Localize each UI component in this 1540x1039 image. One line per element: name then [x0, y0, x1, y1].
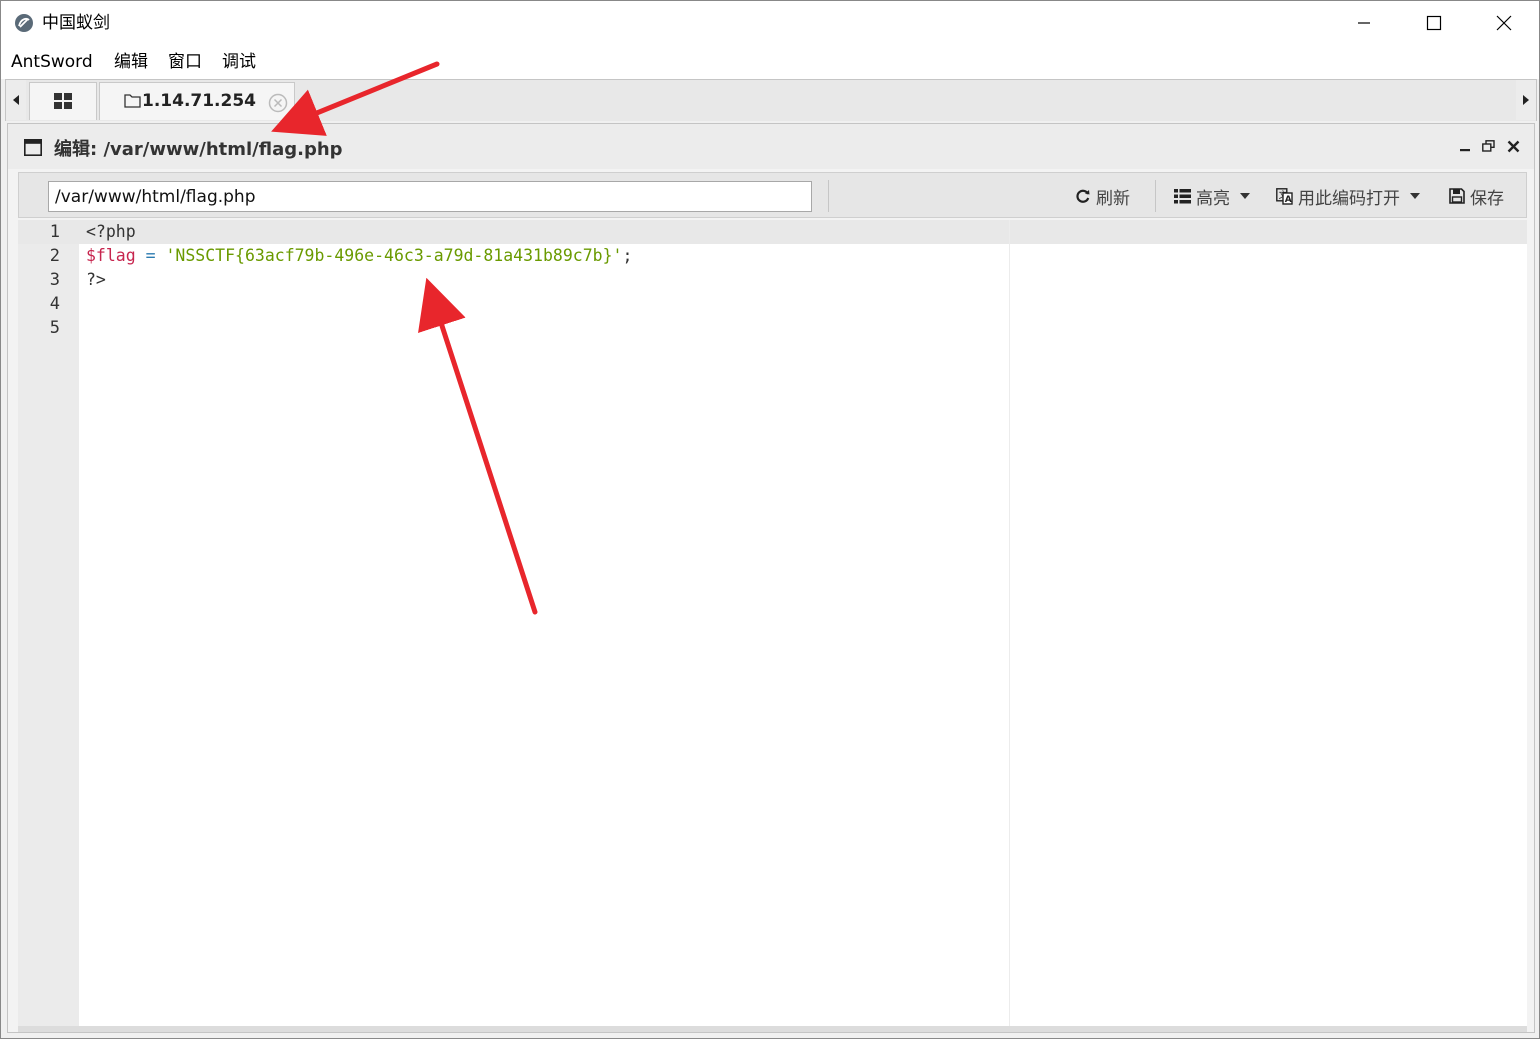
minimize-button[interactable] — [1329, 1, 1399, 45]
refresh-icon — [1076, 189, 1090, 203]
print-margin — [1009, 220, 1010, 1026]
highlight-label: 高亮 — [1196, 188, 1230, 209]
code-line-2: $flag = 'NSSCTF{63acf79b-496e-46c3-a79d-… — [86, 244, 632, 268]
refresh-label: 刷新 — [1096, 188, 1130, 209]
save-label: 保存 — [1470, 188, 1504, 209]
minimize-icon — [1460, 149, 1470, 152]
line-number: 3 — [49, 270, 60, 290]
triangle-right-icon — [1523, 95, 1529, 105]
title-bar: 中国蚁剑 — [1, 1, 1539, 45]
translate-icon: 文 A — [1276, 187, 1293, 205]
editor-toolbar: 刷新 高亮 文 A 用此编码打开 — [18, 172, 1527, 218]
tab-bar: 1.14.71.254 — [5, 79, 1537, 121]
panel-close-button[interactable] — [1504, 137, 1522, 155]
menu-debug[interactable]: 调试 — [222, 50, 256, 74]
panel-header: 编辑: /var/www/html/flag.php — [8, 124, 1534, 169]
open-with-encoding-label: 用此编码打开 — [1298, 188, 1400, 209]
highlight-dropdown[interactable]: 高亮 — [1174, 184, 1250, 209]
menu-edit[interactable]: 编辑 — [114, 50, 148, 74]
menu-bar: AntSword 编辑 窗口 调试 — [1, 45, 1539, 79]
close-button[interactable] — [1469, 1, 1539, 45]
active-line-highlight — [18, 220, 1527, 244]
antsword-logo-icon — [15, 14, 33, 32]
php-variable: $flag — [86, 246, 136, 265]
open-with-encoding-dropdown[interactable]: 文 A 用此编码打开 — [1276, 184, 1420, 209]
php-close-tag: ?> — [86, 270, 106, 289]
horizontal-scrollbar[interactable] — [18, 1026, 1527, 1032]
window-title: 中国蚁剑 — [42, 13, 110, 33]
chevron-down-icon — [1240, 193, 1250, 199]
chevron-down-icon — [1410, 193, 1420, 199]
tab-connection-label: 1.14.71.254 — [142, 91, 257, 111]
refresh-button[interactable]: 刷新 — [1075, 184, 1130, 209]
close-icon — [1507, 140, 1519, 152]
list-icon — [1174, 188, 1191, 203]
editor-panel: 编辑: /var/www/html/flag.php /var/www/html… — [7, 123, 1535, 1033]
panel-restore-button[interactable] — [1479, 137, 1497, 155]
line-number: 4 — [49, 294, 60, 314]
line-number: 5 — [49, 318, 60, 338]
save-button[interactable]: 保存 — [1449, 184, 1504, 209]
line-number: 2 — [49, 246, 60, 266]
minimize-icon — [1358, 22, 1370, 24]
app-window: 中国蚁剑 AntSword 编辑 窗口 调试 1.14.71.254 编辑: /… — [0, 0, 1540, 1039]
panel-title: 编辑: /var/www/html/flag.php — [54, 139, 343, 160]
line-number-gutter — [18, 220, 79, 1026]
path-input[interactable] — [48, 181, 812, 212]
code-editor[interactable]: 1 2 3 4 5 <?php $flag = 'NSSCTF{63acf79b… — [18, 220, 1527, 1026]
tab-scroll-right-button[interactable] — [1516, 80, 1536, 120]
triangle-left-icon — [13, 95, 19, 105]
svg-text:A: A — [1285, 195, 1292, 205]
folder-icon — [124, 94, 141, 108]
menu-window[interactable]: 窗口 — [168, 50, 202, 74]
php-semicolon: ; — [622, 246, 633, 265]
save-icon — [1449, 188, 1465, 204]
code-line-1: <?php — [86, 220, 136, 244]
code-line-3: ?> — [86, 268, 106, 292]
php-operator: = — [135, 246, 166, 265]
maximize-button[interactable] — [1399, 1, 1469, 45]
circle-close-icon[interactable] — [268, 93, 288, 113]
tab-home[interactable] — [29, 82, 97, 120]
line-number: 1 — [49, 222, 60, 242]
panel-minimize-button[interactable] — [1456, 137, 1474, 155]
close-icon — [1496, 15, 1512, 31]
php-open-tag: <?php — [86, 222, 136, 241]
restore-icon — [1481, 140, 1495, 152]
toolbar-separator — [1155, 180, 1156, 212]
menu-antsword[interactable]: AntSword — [11, 50, 93, 74]
grid-icon — [54, 93, 72, 109]
window-icon — [24, 139, 42, 156]
tab-connection[interactable]: 1.14.71.254 — [99, 82, 295, 120]
php-string-flag: 'NSSCTF{63acf79b-496e-46c3-a79d-81a431b8… — [165, 246, 623, 265]
maximize-icon — [1426, 15, 1442, 31]
toolbar-separator — [828, 180, 829, 212]
tab-scroll-left-button[interactable] — [6, 80, 26, 120]
